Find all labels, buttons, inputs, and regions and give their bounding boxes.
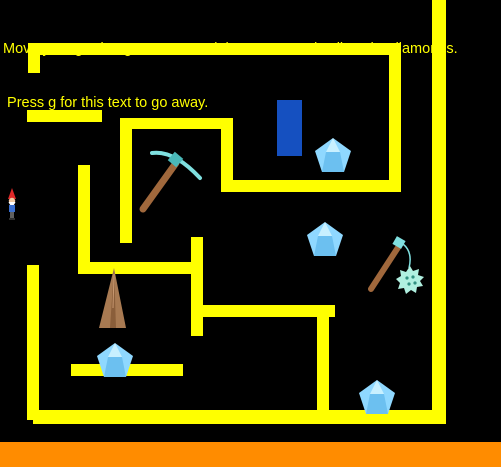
ground-strip	[0, 442, 501, 467]
game-canvas[interactable]: Move your garden gnome around the course…	[0, 0, 501, 467]
instructions-line-1: Move your garden gnome around the course…	[3, 41, 458, 57]
maze-wall	[78, 165, 90, 272]
maze-wall	[27, 265, 39, 420]
diamond-icon[interactable]	[358, 379, 396, 415]
maze-wall	[191, 305, 335, 317]
diamond-icon[interactable]	[96, 342, 134, 378]
stalagmite-icon	[99, 268, 126, 328]
instructions-line-2: Press g for this text to go away.	[3, 95, 209, 111]
diamond-icon[interactable]	[306, 221, 344, 257]
instructions-text: Move your garden gnome around the course…	[3, 4, 458, 148]
maze-wall	[191, 237, 203, 336]
mace-icon	[368, 236, 424, 294]
pickaxe-icon	[139, 150, 202, 213]
maze-wall	[221, 180, 401, 192]
maze-wall	[78, 262, 203, 274]
garden-gnome-icon[interactable]	[5, 188, 19, 220]
maze-wall	[317, 305, 329, 420]
